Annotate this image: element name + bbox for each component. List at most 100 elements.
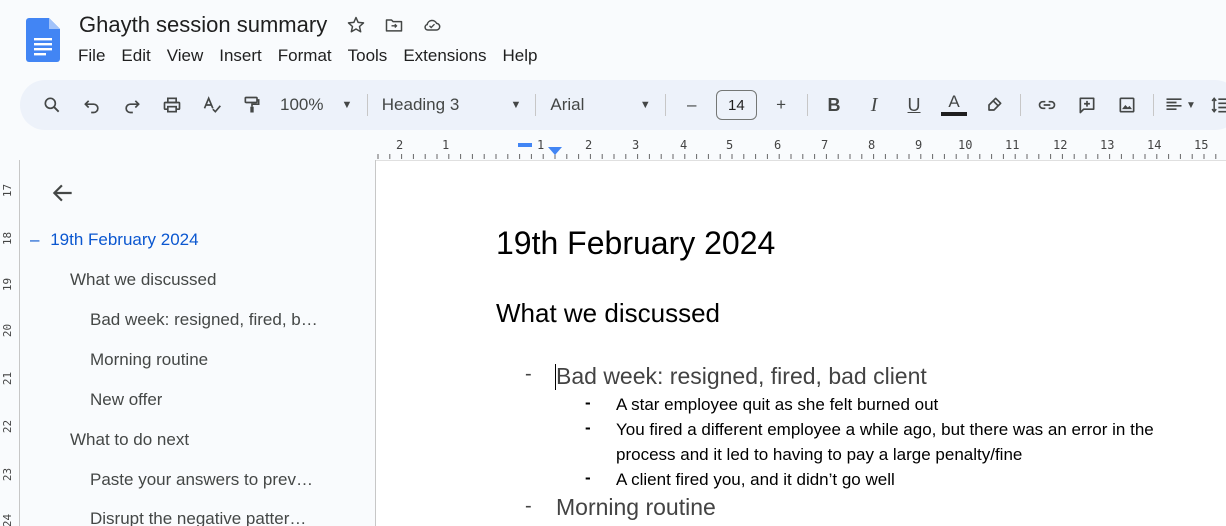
- ruler-ticks: [377, 154, 1217, 159]
- add-comment-icon[interactable]: [1071, 89, 1103, 121]
- list-dash: -: [525, 495, 532, 517]
- first-line-indent-marker[interactable]: [518, 143, 532, 147]
- heading-3[interactable]: Morning routine: [556, 494, 716, 521]
- zoom-select[interactable]: 100% ▼: [272, 89, 361, 121]
- outline-item-h3[interactable]: Paste your answers to prev…: [90, 470, 330, 490]
- menu-help[interactable]: Help: [494, 44, 545, 68]
- collapse-dash-icon[interactable]: –: [30, 230, 39, 249]
- ruler-label: 19: [1, 277, 15, 292]
- underline-button[interactable]: U: [898, 89, 930, 121]
- italic-button[interactable]: I: [858, 89, 890, 121]
- menu-insert[interactable]: Insert: [211, 44, 270, 68]
- document-page[interactable]: 19th February 2024 What we discussed - B…: [376, 160, 1226, 526]
- ruler-label: 4: [680, 138, 688, 152]
- ruler-label: 12: [1053, 138, 1068, 152]
- ruler-label: 2: [585, 138, 593, 152]
- ruler-label: 24: [1, 513, 15, 526]
- outline-item-h3[interactable]: Morning routine: [90, 350, 208, 370]
- outline-item-h3[interactable]: Bad week: resigned, fired, b…: [90, 310, 330, 330]
- insert-link-icon[interactable]: [1031, 89, 1063, 121]
- toolbar-divider: [366, 94, 368, 116]
- outline-item-label: 19th February 2024: [50, 230, 199, 249]
- bold-button[interactable]: B: [818, 89, 850, 121]
- docs-logo-icon[interactable]: [26, 18, 60, 62]
- horizontal-ruler[interactable]: 2 1 1 2 3 4 5 6 7 8 9 10 11 12 13 14 15: [376, 138, 1226, 160]
- ruler-label: 6: [774, 138, 782, 152]
- align-left-icon[interactable]: ▼: [1164, 89, 1196, 121]
- ruler-label: 17: [1, 183, 15, 198]
- list-item[interactable]: A star employee quit as she felt burned …: [616, 392, 938, 417]
- cloud-saved-icon[interactable]: [421, 14, 443, 36]
- toolbar-divider: [535, 94, 537, 116]
- list-item[interactable]: You fired a different employee a while a…: [616, 417, 1154, 442]
- chevron-down-icon: ▼: [639, 99, 651, 111]
- menu-format[interactable]: Format: [270, 44, 340, 68]
- menu-file[interactable]: File: [70, 44, 113, 68]
- font-size-input[interactable]: 14: [715, 90, 758, 120]
- text-color-swatch: [941, 112, 968, 116]
- arrow-back-icon[interactable]: [50, 180, 76, 206]
- list-item-continuation[interactable]: process and it led to having to pay a la…: [616, 442, 1022, 467]
- menu-bar: File Edit View Insert Format Tools Exten…: [70, 44, 545, 68]
- ruler-label: 18: [1, 231, 15, 246]
- outline-item-h3[interactable]: Disrupt the negative patter…: [90, 509, 330, 526]
- ruler-label: 11: [1005, 138, 1020, 152]
- outline-item-h2[interactable]: What we discussed: [70, 270, 216, 290]
- outline-item-h1[interactable]: – 19th February 2024: [30, 230, 199, 250]
- list-dash: -: [585, 418, 591, 437]
- ruler-label: 9: [915, 138, 923, 152]
- list-item[interactable]: A client fired you, and it didn’t go wel…: [616, 467, 895, 492]
- zoom-value: 100%: [280, 95, 324, 114]
- paragraph-style-value: Heading 3: [381, 95, 460, 114]
- outline-item-h2[interactable]: What to do next: [70, 430, 189, 450]
- search-menus-icon[interactable]: [36, 89, 68, 121]
- ruler-label: 10: [958, 138, 973, 152]
- spelling-check-icon[interactable]: [196, 89, 228, 121]
- paint-format-icon[interactable]: [236, 89, 268, 121]
- ruler-label: 13: [1100, 138, 1115, 152]
- heading-2[interactable]: What we discussed: [496, 298, 720, 329]
- menu-tools[interactable]: Tools: [340, 44, 396, 68]
- line-spacing-icon[interactable]: [1204, 89, 1226, 121]
- chevron-down-icon: ▼: [1186, 99, 1196, 111]
- ruler-label: 3: [632, 138, 640, 152]
- highlight-color-icon[interactable]: [978, 89, 1010, 121]
- toolbar-divider: [1153, 94, 1154, 116]
- star-icon[interactable]: [345, 14, 367, 36]
- ruler-label: 23: [1, 467, 15, 482]
- decrease-font-size-button[interactable]: –: [676, 89, 708, 121]
- menu-view[interactable]: View: [159, 44, 212, 68]
- paragraph-style-select[interactable]: Heading 3 ▼: [374, 89, 530, 121]
- ruler-label: 15: [1194, 138, 1209, 152]
- title-row: Ghayth session summary: [77, 12, 443, 38]
- toolbar-divider: [1020, 94, 1022, 116]
- ruler-label: 1: [537, 138, 545, 152]
- insert-image-icon[interactable]: [1111, 89, 1143, 121]
- menu-extensions[interactable]: Extensions: [395, 44, 494, 68]
- vertical-ruler[interactable]: 17 18 19 20 21 22 23 24: [0, 160, 20, 526]
- menu-edit[interactable]: Edit: [113, 44, 158, 68]
- print-icon[interactable]: [156, 89, 188, 121]
- google-docs-window: Ghayth session summary File Edit View In…: [0, 0, 1226, 526]
- heading-1[interactable]: 19th February 2024: [496, 225, 775, 262]
- increase-font-size-button[interactable]: +: [765, 89, 797, 121]
- toolbar-divider: [664, 94, 666, 116]
- undo-icon[interactable]: [76, 89, 108, 121]
- redo-icon[interactable]: [116, 89, 148, 121]
- text-color-button[interactable]: A: [938, 89, 970, 121]
- text-color-letter: A: [948, 92, 960, 111]
- chevron-down-icon: ▼: [341, 99, 353, 111]
- ruler-label: 7: [821, 138, 829, 152]
- heading-3[interactable]: Bad week: resigned, fired, bad client: [556, 363, 927, 390]
- ruler-label: 22: [1, 419, 15, 434]
- left-indent-marker-icon[interactable]: [548, 147, 562, 157]
- outline-item-h3[interactable]: New offer: [90, 390, 162, 410]
- move-folder-icon[interactable]: [383, 14, 405, 36]
- toolbar: 100% ▼ Heading 3 ▼ Arial ▼ – 14 + B I U …: [20, 80, 1226, 130]
- document-outline-panel: – 19th February 2024 What we discussed B…: [20, 160, 376, 526]
- ruler-label: 1: [442, 138, 450, 152]
- ruler-label: 5: [726, 138, 734, 152]
- document-title[interactable]: Ghayth session summary: [77, 12, 329, 38]
- ruler-label: 21: [1, 371, 15, 386]
- font-select[interactable]: Arial ▼: [542, 89, 658, 121]
